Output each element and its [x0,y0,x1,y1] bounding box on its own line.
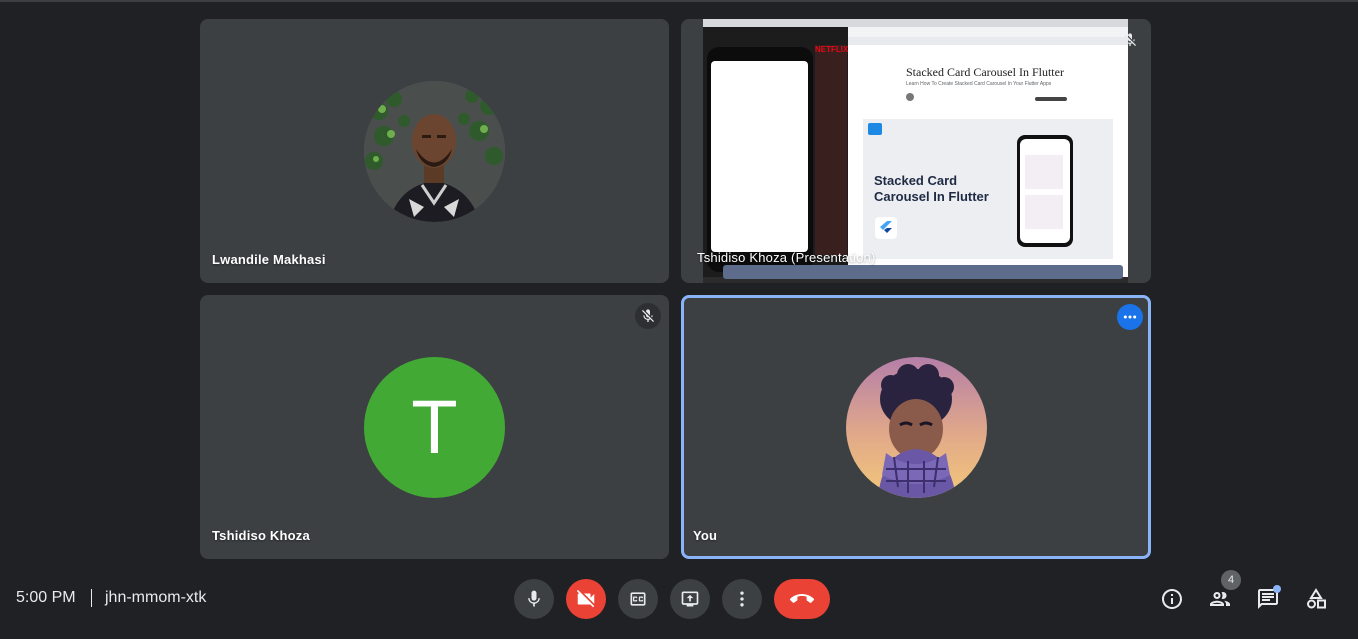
more-options-button[interactable] [722,579,762,619]
mic-icon [528,590,540,607]
camera-toggle-button[interactable] [566,579,606,619]
camera-off-icon [576,589,595,608]
present-now-button[interactable] [670,579,710,619]
microphone-button[interactable] [514,579,554,619]
participant-name: You [693,528,718,543]
more-options-icon [740,591,744,607]
participant-tile-presentation[interactable]: NETFLIX Stacked Card Carousel In Flutter… [681,19,1151,283]
captions-icon [630,592,646,606]
present-screen-icon [681,591,699,607]
participant-count-badge: 4 [1221,570,1241,590]
netflix-logo: NETFLIX [815,45,849,54]
mic-off-icon [1124,33,1136,46]
participant-name: Tshidiso Khoza (Presentation) [697,250,876,265]
info-icon [1162,589,1182,609]
avatar-lwandile [364,81,505,222]
article-subtitle: Learn How To Create Stacked Card Carouse… [906,81,1052,87]
more-horizontal-icon [1123,315,1137,319]
article-title: Stacked Card Carousel In Flutter [906,65,1064,79]
participant-name: Tshidiso Khoza [212,528,310,543]
captions-button[interactable] [618,579,658,619]
participant-tile-self[interactable]: You [681,295,1151,559]
tile-more-options-button[interactable] [1117,304,1143,330]
participant-tile-lwandile[interactable]: Lwandile Makhasi [200,19,669,283]
card-title-line1: Stacked Card [874,173,958,188]
end-call-icon [790,594,814,603]
meeting-details-button[interactable] [1157,584,1187,614]
activities-icon [1307,588,1326,609]
divider [91,589,92,607]
activities-button[interactable] [1301,584,1331,614]
leave-call-button[interactable] [774,579,830,619]
bottom-control-bar: 5:00 PM jhn-mmom-xtk 4 [0,566,1358,639]
chat-notification-dot [1273,585,1281,593]
meeting-time: 5:00 PM [16,589,76,606]
avatar-self [846,357,987,498]
muted-badge [635,303,661,329]
participant-name: Lwandile Makhasi [212,252,326,267]
top-divider [0,0,1358,2]
participant-tile-tshidiso[interactable]: T Tshidiso Khoza [200,295,669,559]
muted-badge [1117,27,1143,53]
people-icon [1210,592,1230,606]
avatar-tshidiso: T [364,357,505,498]
meeting-code: jhn-mmom-xtk [105,589,207,606]
avatar-initial: T [411,385,458,470]
card-title-line2: Carousel In Flutter [874,189,989,204]
shared-screen: NETFLIX Stacked Card Carousel In Flutter… [703,19,1128,283]
mic-off-icon [642,309,654,322]
